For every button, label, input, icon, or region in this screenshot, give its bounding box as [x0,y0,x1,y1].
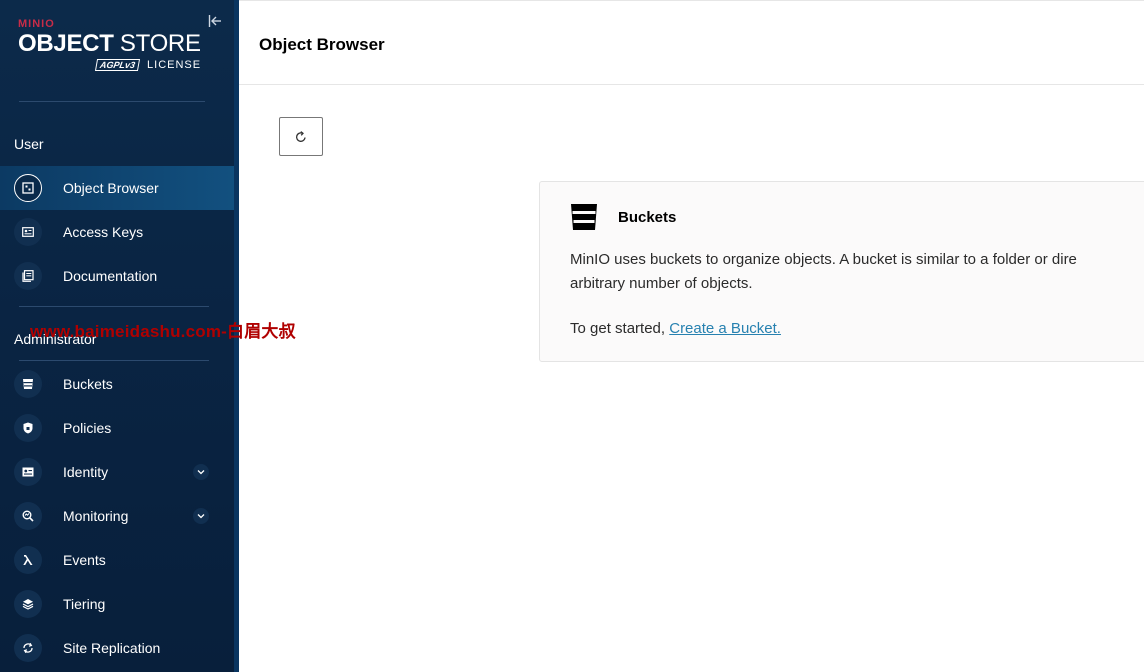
sidebar-item-site-replication[interactable]: Site Replication [0,626,234,670]
logo-divider [19,101,205,102]
chevron-down-icon[interactable] [193,508,209,524]
sidebar-item-label: Site Replication [63,640,161,656]
sidebar-item-label: Object Browser [63,180,159,196]
sidebar-item-monitoring[interactable]: Monitoring [0,494,234,538]
chevron-down-icon[interactable] [193,464,209,480]
admin-section-divider [19,360,209,361]
sidebar-item-access-keys[interactable]: Access Keys [0,210,234,254]
replication-icon [14,634,42,662]
shield-icon [14,414,42,442]
magnifier-chart-icon [14,502,42,530]
sidebar-item-label: Identity [63,464,109,480]
section-title-user: User [14,136,44,152]
info-cta: To get started, Create a Bucket. [570,320,781,337]
sidebar-item-documentation[interactable]: Documentation [0,254,234,298]
sidebar-item-label: Documentation [63,268,158,284]
bucket-icon [570,202,598,232]
id-card-icon [14,218,42,246]
sidebar-item-label: Tiering [63,596,106,612]
bucket-icon [14,370,42,398]
empty-buckets-info: Buckets MinIO uses buckets to organize o… [539,181,1144,362]
agpl-badge: AGPLv3 [94,59,141,71]
document-icon [14,262,42,290]
sidebar-item-label: Monitoring [63,508,129,524]
page-header: Object Browser [239,0,1144,85]
object-browser-icon [14,174,42,202]
sidebar-item-label: Buckets [63,376,113,392]
logo-license-row: AGPLv3 LICENSE [94,59,208,71]
sidebar-item-label: Events [63,552,106,568]
info-title: Buckets [618,209,677,226]
logo-brand: MINIO [18,18,55,30]
info-description: MinIO uses buckets to organize objects. … [570,251,1077,292]
minio-logo: MINIO OBJECT STORE AGPLv3 LICENSE [18,18,208,88]
sidebar-item-policies[interactable]: Policies [0,406,234,450]
sidebar-item-label: Access Keys [63,224,144,240]
identity-card-icon [14,458,42,486]
logo-product: OBJECT STORE [18,30,201,57]
refresh-icon [295,130,306,142]
sidebar-item-events[interactable]: Events [0,538,234,582]
create-bucket-link[interactable]: Create a Bucket. [669,320,781,337]
sidebar-item-label: Policies [63,420,112,436]
collapse-sidebar-icon[interactable] [208,14,224,30]
sidebar-item-tiering[interactable]: Tiering [0,582,234,626]
watermark-text: www.baimeidashu.com-白眉大叔 [30,322,296,341]
logo-license: LICENSE [147,59,202,71]
refresh-button[interactable] [279,117,323,156]
sidebar-item-buckets[interactable]: Buckets [0,362,234,406]
sidebar-item-identity[interactable]: Identity [0,450,234,494]
page-title: Object Browser [259,35,385,54]
layers-icon [14,590,42,618]
lambda-icon [14,546,42,574]
sidebar-item-object-browser[interactable]: Object Browser [0,166,234,210]
user-section-divider [19,306,209,307]
